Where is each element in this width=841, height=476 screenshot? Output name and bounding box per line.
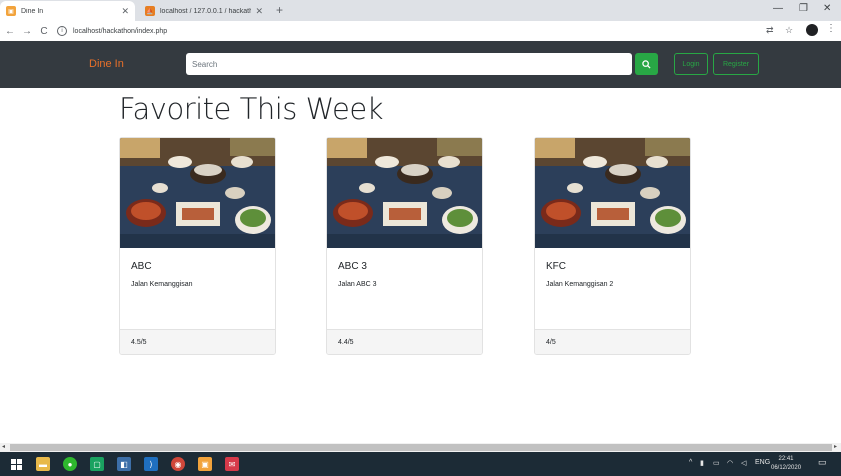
file-explorer-icon[interactable]: ▬ — [36, 457, 50, 471]
restaurant-rating: 4.5/5 — [131, 339, 147, 346]
clock-time: 22:41 — [778, 456, 794, 462]
reload-icon[interactable]: C — [37, 26, 51, 37]
tab-title: Dine In — [21, 7, 44, 15]
scroll-right-icon[interactable]: ▸ — [834, 443, 837, 450]
site-navbar: Dine In Login Register — [0, 41, 841, 88]
register-button[interactable]: Register — [713, 53, 759, 75]
browser-tab-phpmyadmin[interactable]: ⛵ localhost / 127.0.0.1 / hackathon ✕ — [139, 1, 269, 21]
vscode-icon[interactable]: ⟩ — [144, 457, 158, 471]
translate-icon[interactable]: ⇄ — [766, 25, 774, 36]
page-title: Favorite This Week — [119, 92, 384, 126]
line-app-icon[interactable]: ● — [63, 457, 77, 471]
card-footer: 4/5 — [535, 329, 690, 354]
app-icon[interactable]: ◧ — [117, 457, 131, 471]
restaurant-card[interactable]: ABC 3 Jalan ABC 3 4.4/5 — [326, 137, 483, 355]
chat-app-icon[interactable]: ▢ — [90, 457, 104, 471]
browser-menu-icon[interactable]: ⋮ — [826, 23, 836, 34]
bookmark-star-icon[interactable]: ☆ — [785, 25, 793, 36]
close-tab-icon[interactable]: ✕ — [121, 6, 129, 17]
login-button[interactable]: Login — [674, 53, 708, 75]
new-tab-icon[interactable]: + — [276, 3, 283, 17]
clock-date: 06/12/2020 — [771, 465, 802, 471]
restaurant-address: Jalan ABC 3 — [338, 281, 377, 288]
search-input[interactable] — [186, 53, 632, 75]
restaurant-address: Jalan Kemanggisan — [131, 281, 193, 288]
notifications-icon[interactable]: ▭ — [818, 457, 827, 468]
battery-icon[interactable]: ▭ — [713, 459, 720, 467]
card-footer: 4.5/5 — [120, 329, 275, 354]
chrome-icon[interactable]: ◉ — [171, 457, 185, 471]
minimize-window-icon[interactable]: — — [773, 3, 783, 14]
close-window-icon[interactable]: ✕ — [823, 3, 831, 14]
wifi-icon[interactable]: ◠ — [727, 459, 733, 467]
scroll-left-icon[interactable]: ◂ — [2, 443, 5, 450]
site-info-icon[interactable]: i — [57, 26, 67, 36]
restore-window-icon[interactable]: ❐ — [799, 3, 808, 14]
url-field[interactable]: i localhost/hackathon/index.php — [57, 23, 757, 39]
forward-icon[interactable]: → — [20, 26, 34, 37]
tab-title: localhost / 127.0.0.1 / hackathon — [160, 7, 252, 15]
scrollbar-thumb[interactable] — [10, 444, 832, 451]
horizontal-scrollbar[interactable]: ◂ ▸ — [0, 443, 841, 452]
volume-icon[interactable]: ◁ — [741, 459, 746, 467]
phpmyadmin-favicon-icon: ⛵ — [145, 6, 155, 16]
address-bar-row: ← → C i localhost/hackathon/index.php ⇄ … — [0, 21, 841, 41]
card-footer: 4.4/5 — [327, 329, 482, 354]
dine-in-favicon-icon: ▣ — [6, 6, 16, 16]
close-tab-icon[interactable]: ✕ — [255, 6, 263, 17]
restaurant-name: ABC — [131, 261, 152, 272]
search-icon — [642, 59, 651, 69]
tray-app-icon[interactable]: ▮ — [700, 459, 704, 467]
restaurant-rating: 4/5 — [546, 339, 556, 346]
search-button[interactable] — [635, 53, 658, 75]
restaurant-card[interactable]: KFC Jalan Kemanggisan 2 4/5 — [534, 137, 691, 355]
windows-taskbar: ▬ ● ▢ ◧ ⟩ ◉ ▣ ✉ ^ ▮ ▭ ◠ ◁ ENG 22:41 06/1… — [0, 452, 841, 476]
clock[interactable]: 22:41 06/12/2020 — [771, 455, 801, 473]
food-photo — [535, 138, 690, 248]
language-indicator[interactable]: ENG — [755, 459, 770, 466]
restaurant-name: KFC — [546, 261, 566, 272]
restaurant-card[interactable]: ABC Jalan Kemanggisan 4.5/5 — [119, 137, 276, 355]
browser-tab-strip: ▣ Dine In ✕ ⛵ localhost / 127.0.0.1 / ha… — [0, 0, 841, 21]
food-photo — [327, 138, 482, 248]
restaurant-name: ABC 3 — [338, 261, 367, 272]
food-photo — [120, 138, 275, 248]
show-hidden-icons-icon[interactable]: ^ — [689, 459, 692, 466]
brand-logo[interactable]: Dine In — [89, 58, 124, 70]
browser-tab-dine-in[interactable]: ▣ Dine In ✕ — [0, 1, 135, 21]
restaurant-rating: 4.4/5 — [338, 339, 354, 346]
xampp-icon[interactable]: ▣ — [198, 457, 212, 471]
back-icon[interactable]: ← — [3, 26, 17, 37]
app-icon[interactable]: ✉ — [225, 457, 239, 471]
profile-avatar[interactable] — [806, 24, 818, 36]
url-text: localhost/hackathon/index.php — [73, 27, 168, 35]
restaurant-address: Jalan Kemanggisan 2 — [546, 281, 614, 288]
windows-start-icon[interactable] — [9, 457, 23, 471]
